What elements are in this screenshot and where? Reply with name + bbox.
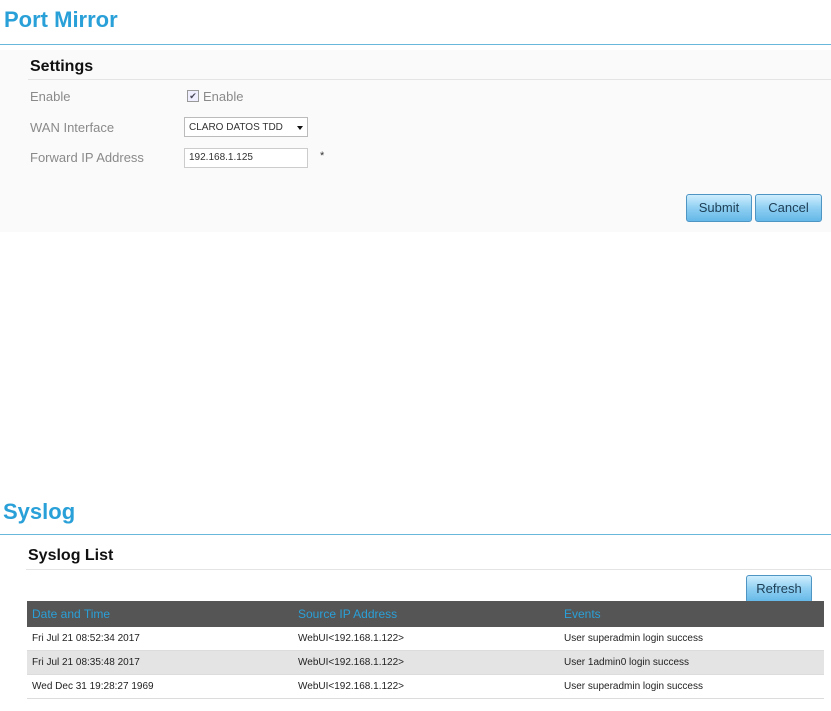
wan-interface-select[interactable]: CLARO DATOS TDD: [184, 117, 308, 137]
settings-panel: Settings Enable ✔ Enable WAN Interface C…: [0, 50, 831, 232]
submit-button[interactable]: Submit: [686, 194, 752, 222]
enable-checkbox[interactable]: ✔: [187, 90, 199, 102]
forward-ip-label: Forward IP Address: [30, 150, 144, 165]
syslog-title-divider: [0, 534, 831, 535]
wan-interface-value: CLARO DATOS TDD: [189, 122, 283, 133]
column-header-source: Source IP Address: [293, 601, 559, 627]
cell-source: WebUI<192.168.1.122>: [293, 674, 559, 699]
syslog-section-divider: [26, 569, 831, 570]
cell-date: Wed Dec 31 19:28:27 1969: [27, 674, 293, 699]
syslog-list-heading: Syslog List: [28, 547, 114, 564]
table-header-row: Date and Time Source IP Address Events: [27, 601, 824, 627]
refresh-button[interactable]: Refresh: [746, 575, 812, 603]
enable-label: Enable: [30, 89, 71, 104]
cell-source: WebUI<192.168.1.122>: [293, 650, 559, 675]
title-divider: [0, 44, 831, 45]
cell-event: User 1admin0 login success: [559, 650, 824, 675]
cell-event: User superadmin login success: [559, 627, 824, 651]
syslog-table: Date and Time Source IP Address Events F…: [27, 601, 824, 699]
enable-checkbox-label: Enable: [203, 89, 244, 104]
wan-interface-label: WAN Interface: [30, 120, 115, 135]
cell-event: User superadmin login success: [559, 674, 824, 699]
section-divider: [28, 79, 831, 80]
cell-date: Fri Jul 21 08:52:34 2017: [27, 627, 293, 651]
table-row: Wed Dec 31 19:28:27 1969 WebUI<192.168.1…: [27, 674, 824, 699]
forward-ip-input[interactable]: 192.168.1.125: [184, 148, 308, 168]
syslog-title: Syslog: [3, 499, 76, 524]
port-mirror-title: Port Mirror: [4, 7, 118, 32]
settings-heading: Settings: [30, 58, 94, 75]
cell-source: WebUI<192.168.1.122>: [293, 627, 559, 651]
cancel-button[interactable]: Cancel: [755, 194, 822, 222]
required-asterisk: *: [320, 150, 325, 162]
dropdown-arrow-icon: [297, 126, 303, 130]
table-row: Fri Jul 21 08:52:34 2017 WebUI<192.168.1…: [27, 627, 824, 651]
cell-date: Fri Jul 21 08:35:48 2017: [27, 650, 293, 675]
column-header-events: Events: [559, 601, 824, 627]
column-header-date: Date and Time: [27, 601, 293, 627]
table-row: Fri Jul 21 08:35:48 2017 WebUI<192.168.1…: [27, 650, 824, 675]
